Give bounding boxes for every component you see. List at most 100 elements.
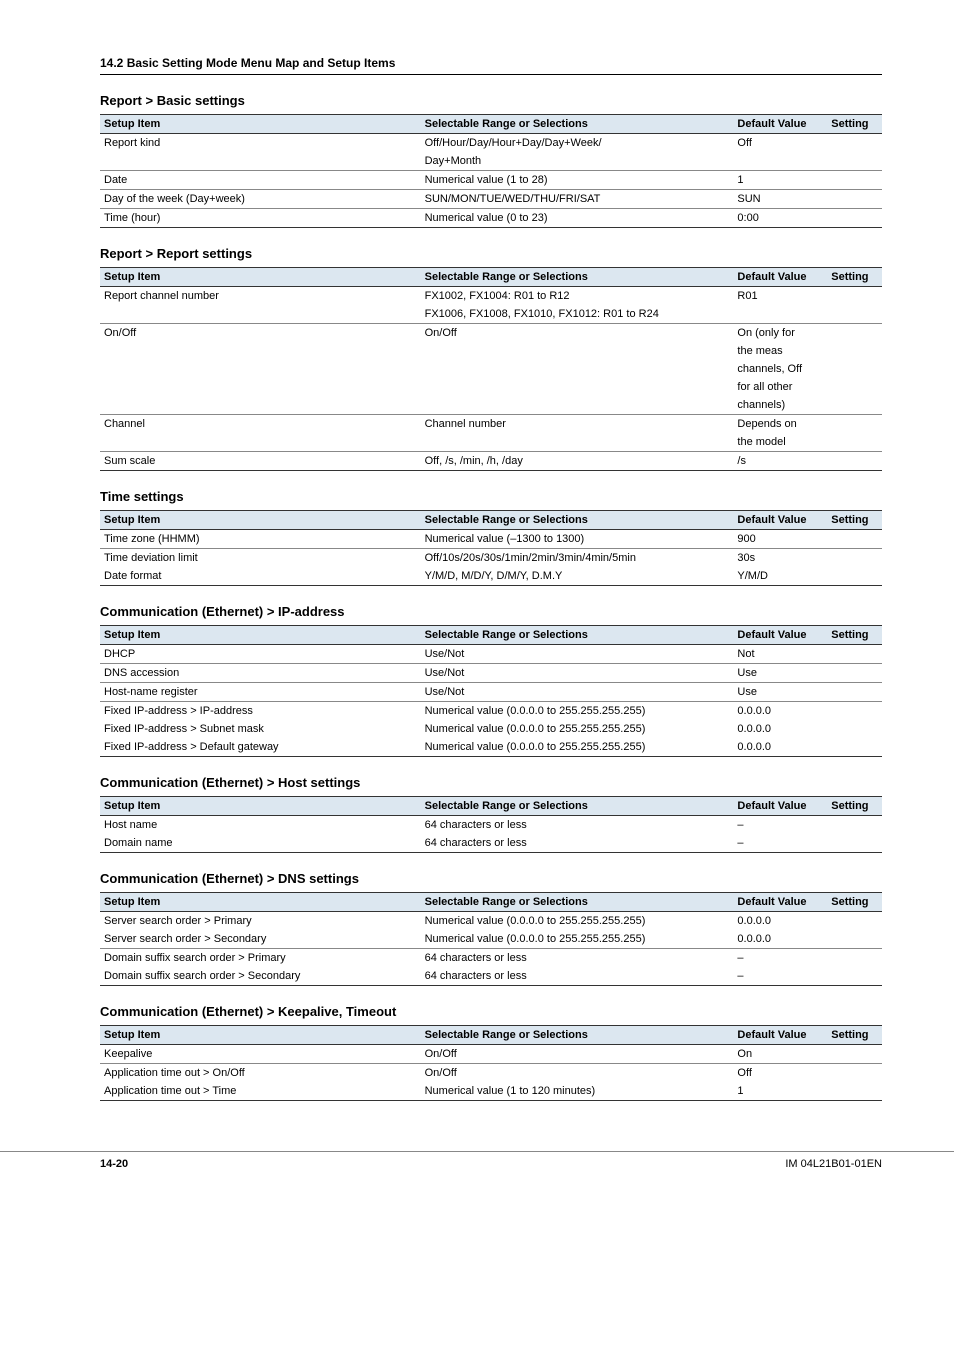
table-cell bbox=[100, 360, 421, 378]
settings-table: Setup ItemSelectable Range or Selections… bbox=[100, 625, 882, 757]
column-header: Selectable Range or Selections bbox=[421, 1026, 734, 1045]
table-cell: Server search order > Secondary bbox=[100, 930, 421, 949]
page-footer: 14-20 IM 04L21B01-01EN bbox=[0, 1151, 954, 1190]
table-row: Fixed IP-address > Default gatewayNumeri… bbox=[100, 738, 882, 757]
table-cell: Off/10s/20s/30s/1min/2min/3min/4min/5min bbox=[421, 549, 734, 568]
table-cell: Time zone (HHMM) bbox=[100, 530, 421, 549]
column-header: Selectable Range or Selections bbox=[421, 268, 734, 287]
table-cell bbox=[827, 152, 882, 171]
table-cell: Domain suffix search order > Secondary bbox=[100, 967, 421, 986]
table-cell bbox=[827, 549, 882, 568]
table-heading: Communication (Ethernet) > DNS settings bbox=[100, 871, 882, 886]
settings-table: Setup ItemSelectable Range or Selections… bbox=[100, 114, 882, 228]
table-cell: Report kind bbox=[100, 134, 421, 153]
table-cell bbox=[827, 287, 882, 306]
table-row: Server search order > PrimaryNumerical v… bbox=[100, 912, 882, 931]
table-row: Day of the week (Day+week)SUN/MON/TUE/WE… bbox=[100, 190, 882, 209]
table-cell bbox=[827, 433, 882, 452]
table-row: DHCPUse/NotNot bbox=[100, 645, 882, 664]
column-header: Default Value bbox=[733, 626, 827, 645]
table-cell: Numerical value (0.0.0.0 to 255.255.255.… bbox=[421, 930, 734, 949]
table-row: On/OffOn/OffOn (only for bbox=[100, 324, 882, 343]
table-row: Time deviation limitOff/10s/20s/30s/1min… bbox=[100, 549, 882, 568]
table-cell bbox=[827, 702, 882, 721]
table-cell bbox=[733, 152, 827, 171]
table-cell: Report channel number bbox=[100, 287, 421, 306]
table-cell: Fixed IP-address > Default gateway bbox=[100, 738, 421, 757]
table-cell bbox=[100, 378, 421, 396]
table-cell: Off/Hour/Day/Hour+Day/Day+Week/ bbox=[421, 134, 734, 153]
table-cell bbox=[100, 152, 421, 171]
column-header: Setting bbox=[827, 893, 882, 912]
settings-table: Setup ItemSelectable Range or Selections… bbox=[100, 796, 882, 853]
document-id: IM 04L21B01-01EN bbox=[785, 1158, 882, 1170]
table-cell bbox=[827, 930, 882, 949]
column-header: Selectable Range or Selections bbox=[421, 797, 734, 816]
column-header: Selectable Range or Selections bbox=[421, 511, 734, 530]
table-cell: – bbox=[733, 949, 827, 968]
table-cell: – bbox=[733, 816, 827, 835]
table-row: Day+Month bbox=[100, 152, 882, 171]
table-cell: Numerical value (1 to 120 minutes) bbox=[421, 1082, 734, 1101]
column-header: Setup Item bbox=[100, 115, 421, 134]
table-heading: Report > Basic settings bbox=[100, 93, 882, 108]
table-cell bbox=[827, 378, 882, 396]
settings-table: Setup ItemSelectable Range or Selections… bbox=[100, 510, 882, 586]
table-cell: Channel bbox=[100, 415, 421, 434]
table-cell bbox=[827, 530, 882, 549]
table-row: Host-name registerUse/NotUse bbox=[100, 683, 882, 702]
table-cell: 0.0.0.0 bbox=[733, 720, 827, 738]
column-header: Default Value bbox=[733, 511, 827, 530]
table-cell bbox=[827, 816, 882, 835]
table-cell: Time deviation limit bbox=[100, 549, 421, 568]
table-row: Domain suffix search order > Primary64 c… bbox=[100, 949, 882, 968]
table-cell bbox=[827, 645, 882, 664]
table-cell: On (only for bbox=[733, 324, 827, 343]
column-header: Setup Item bbox=[100, 268, 421, 287]
table-cell: 0.0.0.0 bbox=[733, 738, 827, 757]
table-heading: Time settings bbox=[100, 489, 882, 504]
table-cell bbox=[100, 396, 421, 415]
table-row: Fixed IP-address > IP-addressNumerical v… bbox=[100, 702, 882, 721]
table-row: Fixed IP-address > Subnet maskNumerical … bbox=[100, 720, 882, 738]
table-cell: Host name bbox=[100, 816, 421, 835]
table-cell bbox=[827, 342, 882, 360]
table-cell: On/Off bbox=[421, 1064, 734, 1083]
table-cell: R01 bbox=[733, 287, 827, 306]
table-cell: 0:00 bbox=[733, 209, 827, 228]
table-cell: 30s bbox=[733, 549, 827, 568]
settings-table: Setup ItemSelectable Range or Selections… bbox=[100, 1025, 882, 1101]
table-cell bbox=[100, 305, 421, 324]
table-cell: 0.0.0.0 bbox=[733, 930, 827, 949]
table-cell bbox=[827, 452, 882, 471]
table-cell: Numerical value (0.0.0.0 to 255.255.255.… bbox=[421, 738, 734, 757]
table-cell: Off, /s, /min, /h, /day bbox=[421, 452, 734, 471]
table-cell: SUN/MON/TUE/WED/THU/FRI/SAT bbox=[421, 190, 734, 209]
table-cell bbox=[827, 360, 882, 378]
table-cell: Domain name bbox=[100, 834, 421, 853]
table-cell: Application time out > Time bbox=[100, 1082, 421, 1101]
section-header: 14.2 Basic Setting Mode Menu Map and Set… bbox=[100, 56, 882, 75]
table-cell: Fixed IP-address > Subnet mask bbox=[100, 720, 421, 738]
table-cell: Not bbox=[733, 645, 827, 664]
table-cell: Domain suffix search order > Primary bbox=[100, 949, 421, 968]
table-cell: Date format bbox=[100, 567, 421, 586]
table-cell: 64 characters or less bbox=[421, 967, 734, 986]
column-header: Default Value bbox=[733, 797, 827, 816]
table-row: ChannelChannel numberDepends on bbox=[100, 415, 882, 434]
column-header: Setup Item bbox=[100, 893, 421, 912]
table-cell: 1 bbox=[733, 171, 827, 190]
table-cell: Off bbox=[733, 134, 827, 153]
table-cell bbox=[733, 305, 827, 324]
table-row: Application time out > TimeNumerical val… bbox=[100, 1082, 882, 1101]
table-cell: – bbox=[733, 967, 827, 986]
table-cell bbox=[827, 720, 882, 738]
table-cell: Use bbox=[733, 664, 827, 683]
table-cell: 64 characters or less bbox=[421, 816, 734, 835]
column-header: Setup Item bbox=[100, 626, 421, 645]
table-cell bbox=[827, 567, 882, 586]
table-row: Application time out > On/OffOn/OffOff bbox=[100, 1064, 882, 1083]
table-cell: Depends on bbox=[733, 415, 827, 434]
table-cell: for all other bbox=[733, 378, 827, 396]
table-row: Report channel numberFX1002, FX1004: R01… bbox=[100, 287, 882, 306]
